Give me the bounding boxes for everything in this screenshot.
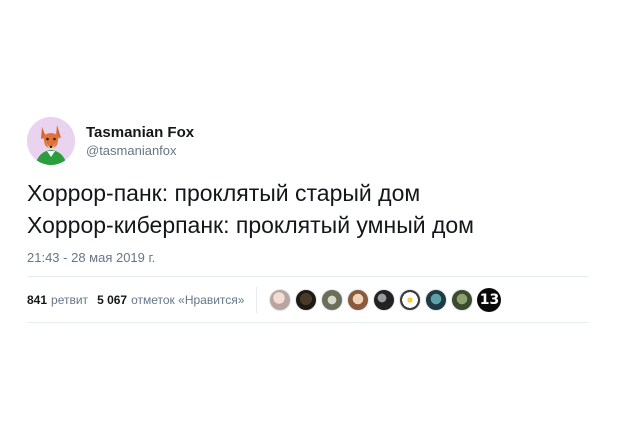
like-label: отметок «Нравится»	[131, 292, 245, 307]
tweet-timestamp[interactable]: 21:43 - 28 мая 2019 г.	[27, 250, 589, 265]
retweet-count: 841	[27, 292, 48, 307]
liker-avatar[interactable]	[347, 288, 370, 311]
stats-separator	[256, 286, 258, 313]
liker-avatars: 13	[269, 287, 502, 312]
liker-avatar[interactable]	[373, 288, 396, 311]
user-handle[interactable]: @tasmanianfox	[86, 142, 194, 159]
retweet-label: ретвит	[51, 292, 89, 307]
tweet-text-line: Хоррор-киберпанк: проклятый умный дом	[27, 212, 474, 238]
liker-avatar[interactable]	[425, 288, 448, 311]
retweet-stat[interactable]: 841 ретвит	[27, 293, 88, 307]
tweet-text-line: Хоррор-панк: проклятый старый дом	[27, 180, 421, 206]
liker-count-badge[interactable]: 13	[477, 287, 502, 312]
tweet-stats: 841 ретвит 5 067 отметок «Нравится» 13	[27, 277, 589, 322]
liker-avatar[interactable]	[295, 288, 318, 311]
tweet-header: Tasmanian Fox @tasmanianfox	[27, 117, 589, 165]
like-stat[interactable]: 5 067 отметок «Нравится»	[97, 293, 244, 307]
liker-avatar[interactable]	[451, 288, 474, 311]
tweet-text: Хоррор-панк: проклятый старый дом Хоррор…	[27, 177, 589, 241]
fox-avatar-icon	[27, 117, 75, 165]
user-names: Tasmanian Fox @tasmanianfox	[86, 123, 194, 159]
liker-avatar[interactable]	[269, 288, 292, 311]
liker-avatar[interactable]	[321, 288, 344, 311]
tweet-card: Tasmanian Fox @tasmanianfox Хоррор-панк:…	[27, 117, 589, 323]
avatar[interactable]	[27, 117, 75, 165]
divider	[27, 322, 589, 323]
display-name[interactable]: Tasmanian Fox	[86, 123, 194, 142]
like-count: 5 067	[97, 292, 128, 307]
liker-avatar[interactable]	[399, 288, 422, 311]
